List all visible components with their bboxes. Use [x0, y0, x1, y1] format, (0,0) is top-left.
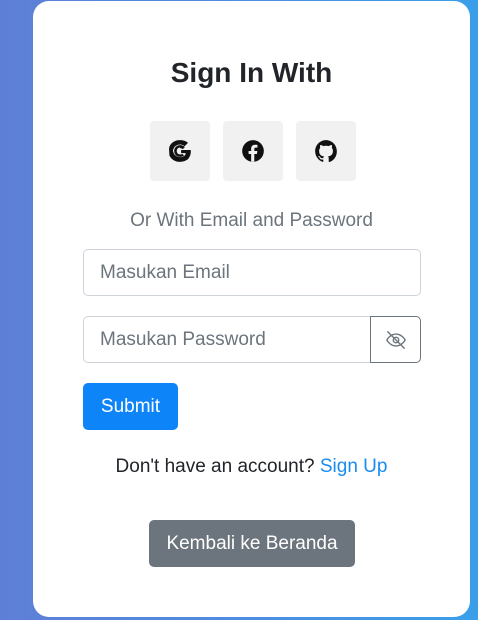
- divider-text: Or With Email and Password: [130, 210, 373, 231]
- social-login-row: [150, 121, 356, 181]
- sign-in-card: Sign In With Or With Email and Password …: [33, 1, 470, 617]
- email-field[interactable]: [83, 249, 421, 296]
- eye-slash-icon: [385, 330, 406, 349]
- back-to-home-button[interactable]: Kembali ke Beranda: [149, 520, 355, 567]
- submit-button[interactable]: Submit: [83, 383, 178, 430]
- signup-prompt: Don't have an account? Sign Up: [33, 456, 470, 478]
- signup-link[interactable]: Sign Up: [320, 456, 388, 477]
- github-button[interactable]: [296, 121, 356, 181]
- facebook-icon: [242, 140, 264, 162]
- signup-prompt-text: Don't have an account?: [115, 456, 315, 477]
- password-field[interactable]: [83, 316, 371, 363]
- facebook-button[interactable]: [223, 121, 283, 181]
- github-icon: [315, 140, 337, 163]
- page-title: Sign In With: [170, 57, 333, 88]
- google-icon: [169, 140, 191, 162]
- google-button[interactable]: [150, 121, 210, 181]
- toggle-password-visibility-button[interactable]: [370, 316, 421, 363]
